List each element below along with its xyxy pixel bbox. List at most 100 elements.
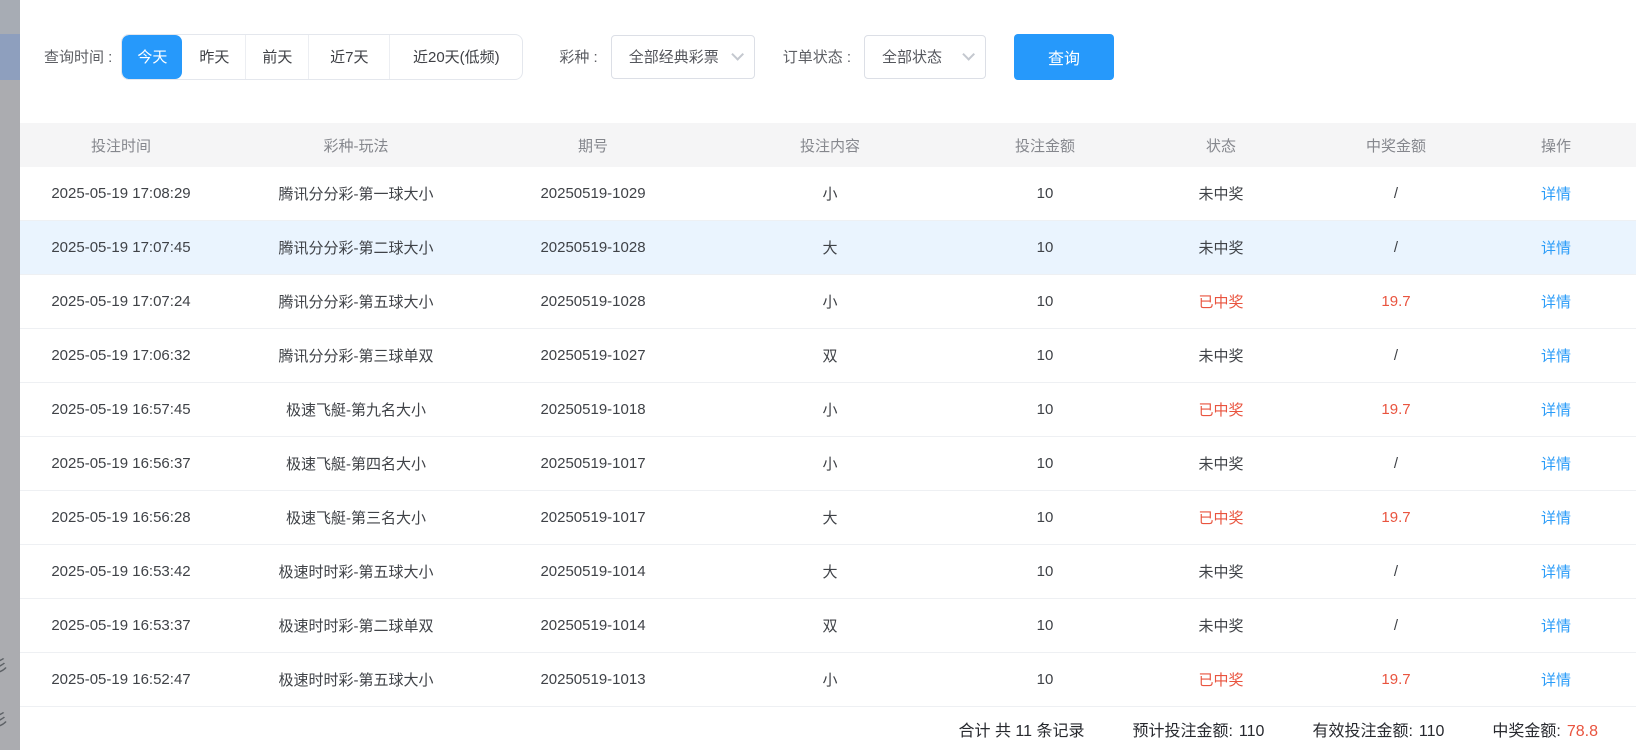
- cell-content: 小: [696, 183, 964, 204]
- cell-amount: 10: [964, 455, 1126, 472]
- cell-play: 极速时时彩-第五球大小: [222, 561, 490, 582]
- details-link[interactable]: 详情: [1541, 672, 1571, 689]
- cell-amount: 10: [964, 347, 1126, 364]
- table-row: 2025-05-19 16:52:47极速时时彩-第五球大小20250519-1…: [20, 653, 1636, 707]
- cell-action: 详情: [1476, 183, 1636, 204]
- cell-prize: /: [1316, 185, 1476, 202]
- cell-action: 详情: [1476, 507, 1636, 528]
- lottery-type-label: 彩种 :: [559, 46, 597, 67]
- table-body: 2025-05-19 17:08:29腾讯分分彩-第一球大小20250519-1…: [20, 167, 1636, 707]
- cell-play: 腾讯分分彩-第一球大小: [222, 183, 490, 204]
- valid-bet-amount-value: 110: [1419, 723, 1445, 740]
- filter-bar: 查询时间 : 今天昨天前天近7天近20天(低频) 彩种 : 全部经典彩票 订单状…: [20, 0, 1636, 123]
- details-link[interactable]: 详情: [1541, 186, 1571, 203]
- cell-action: 详情: [1476, 399, 1636, 420]
- cell-issue: 20250519-1017: [490, 455, 696, 472]
- column-header: 期号: [490, 135, 696, 156]
- column-header: 彩种-玩法: [222, 135, 490, 156]
- cell-amount: 10: [964, 671, 1126, 688]
- cell-prize: /: [1316, 563, 1476, 580]
- cell-action: 详情: [1476, 615, 1636, 636]
- lottery-type-select[interactable]: 全部经典彩票: [611, 35, 755, 79]
- cell-time: 2025-05-19 17:07:45: [20, 239, 222, 256]
- cell-play: 极速飞艇-第九名大小: [222, 399, 490, 420]
- details-link[interactable]: 详情: [1541, 618, 1571, 635]
- cell-issue: 20250519-1027: [490, 347, 696, 364]
- app-root: 彡 彡 查询时间 : 今天昨天前天近7天近20天(低频) 彩种 : 全部经典彩票…: [0, 0, 1636, 750]
- cell-content: 小: [696, 291, 964, 312]
- cell-play: 极速飞艇-第三名大小: [222, 507, 490, 528]
- details-link[interactable]: 详情: [1541, 456, 1571, 473]
- table-row: 2025-05-19 17:07:45腾讯分分彩-第二球大小20250519-1…: [20, 221, 1636, 275]
- cell-status: 已中奖: [1126, 507, 1316, 528]
- collapsed-sidebar-edge: 彡 彡: [0, 0, 20, 750]
- prize-total: 中奖金额:78.8: [1492, 717, 1598, 741]
- time-filter-option-3[interactable]: 前天: [245, 35, 308, 79]
- details-link[interactable]: 详情: [1541, 240, 1571, 257]
- table-row: 2025-05-19 16:57:45极速飞艇-第九名大小20250519-10…: [20, 383, 1636, 437]
- cell-action: 详情: [1476, 291, 1636, 312]
- cell-content: 大: [696, 561, 964, 582]
- table-row: 2025-05-19 16:56:37极速飞艇-第四名大小20250519-10…: [20, 437, 1636, 491]
- sidebar-clipped-glyph: 彡: [0, 712, 9, 730]
- cell-status: 已中奖: [1126, 399, 1316, 420]
- column-header: 投注内容: [696, 135, 964, 156]
- cell-content: 小: [696, 669, 964, 690]
- cell-amount: 10: [964, 293, 1126, 310]
- cell-time: 2025-05-19 17:06:32: [20, 347, 222, 364]
- cell-status: 未中奖: [1126, 345, 1316, 366]
- time-filter-option-5[interactable]: 近20天(低频): [389, 35, 522, 79]
- column-header: 操作: [1476, 135, 1636, 156]
- cell-amount: 10: [964, 617, 1126, 634]
- cell-play: 极速时时彩-第五球大小: [222, 669, 490, 690]
- time-filter-label: 查询时间 :: [44, 46, 112, 67]
- cell-prize: /: [1316, 347, 1476, 364]
- bet-records-table: 投注时间彩种-玩法期号投注内容投注金额状态中奖金额操作 2025-05-19 1…: [20, 123, 1636, 707]
- cell-time: 2025-05-19 16:52:47: [20, 671, 222, 688]
- details-link[interactable]: 详情: [1541, 348, 1571, 365]
- cell-status: 未中奖: [1126, 453, 1316, 474]
- cell-content: 小: [696, 453, 964, 474]
- cell-prize: 19.7: [1316, 401, 1476, 418]
- order-status-select[interactable]: 全部状态: [864, 35, 986, 79]
- expected-bet-amount-value: 110: [1239, 723, 1265, 740]
- time-filter-option-2[interactable]: 昨天: [182, 35, 245, 79]
- cell-status: 未中奖: [1126, 615, 1316, 636]
- table-row: 2025-05-19 17:06:32腾讯分分彩-第三球单双20250519-1…: [20, 329, 1636, 383]
- order-status-label: 订单状态 :: [783, 46, 851, 67]
- prize-total-label: 中奖金额:: [1492, 723, 1560, 740]
- cell-issue: 20250519-1017: [490, 509, 696, 526]
- cell-issue: 20250519-1028: [490, 293, 696, 310]
- cell-status: 已中奖: [1126, 669, 1316, 690]
- time-filter-option-4[interactable]: 近7天: [308, 35, 389, 79]
- column-header: 状态: [1126, 135, 1316, 156]
- cell-action: 详情: [1476, 669, 1636, 690]
- cell-content: 大: [696, 507, 964, 528]
- time-range-segmented-control: 今天昨天前天近7天近20天(低频): [121, 34, 523, 80]
- sidebar-active-item-edge: [0, 34, 20, 80]
- cell-action: 详情: [1476, 561, 1636, 582]
- details-link[interactable]: 详情: [1541, 564, 1571, 581]
- details-link[interactable]: 详情: [1541, 402, 1571, 419]
- cell-play: 腾讯分分彩-第三球单双: [222, 345, 490, 366]
- cell-prize: /: [1316, 239, 1476, 256]
- cell-content: 大: [696, 237, 964, 258]
- cell-play: 极速时时彩-第二球单双: [222, 615, 490, 636]
- column-header: 中奖金额: [1316, 135, 1476, 156]
- table-row: 2025-05-19 17:07:24腾讯分分彩-第五球大小20250519-1…: [20, 275, 1636, 329]
- cell-play: 腾讯分分彩-第二球大小: [222, 237, 490, 258]
- cell-time: 2025-05-19 16:56:28: [20, 509, 222, 526]
- time-filter-option-1[interactable]: 今天: [122, 35, 182, 79]
- cell-prize: 19.7: [1316, 293, 1476, 310]
- cell-prize: 19.7: [1316, 671, 1476, 688]
- details-link[interactable]: 详情: [1541, 294, 1571, 311]
- cell-play: 腾讯分分彩-第五球大小: [222, 291, 490, 312]
- cell-prize: /: [1316, 455, 1476, 472]
- cell-issue: 20250519-1028: [490, 239, 696, 256]
- query-button[interactable]: 查询: [1014, 34, 1114, 80]
- order-status-value: 全部状态: [882, 46, 942, 67]
- cell-issue: 20250519-1014: [490, 563, 696, 580]
- cell-status: 未中奖: [1126, 561, 1316, 582]
- details-link[interactable]: 详情: [1541, 510, 1571, 527]
- lottery-type-value: 全部经典彩票: [629, 46, 719, 67]
